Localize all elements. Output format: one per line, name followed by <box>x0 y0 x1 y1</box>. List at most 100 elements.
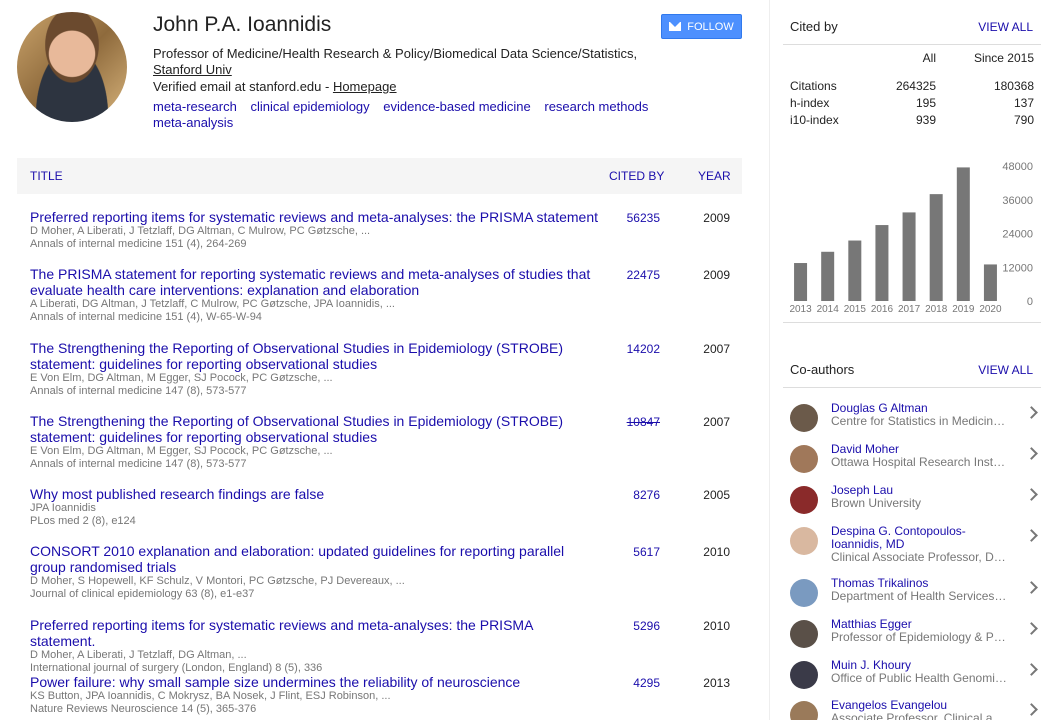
stats-row: i10-index 939 790 <box>790 113 1034 130</box>
publication-title[interactable]: Preferred reporting items for systematic… <box>30 617 600 649</box>
coauthor-item[interactable]: Evangelos Evangelou Associate Professor,… <box>790 699 1040 720</box>
stats-all: 195 <box>915 96 936 110</box>
cited-by-count[interactable]: 10847 <box>600 415 660 429</box>
chart-bar-2016[interactable] <box>875 225 889 301</box>
coauthors-view-all-link[interactable]: VIEW ALL <box>978 363 1033 377</box>
publication-year: 2010 <box>703 545 730 559</box>
profile-photo <box>17 12 127 122</box>
stats-since: 180368 <box>993 79 1034 93</box>
publication-venue: Annals of internal medicine 151 (4), W-6… <box>30 311 262 323</box>
publication-title[interactable]: Why most published research findings are… <box>30 486 600 502</box>
publication-year: 2007 <box>703 415 730 429</box>
cited-by-column-header[interactable]: CITED BY <box>609 169 664 183</box>
cited-by-view-all-link[interactable]: VIEW ALL <box>978 20 1033 34</box>
year-column-header[interactable]: YEAR <box>698 169 731 183</box>
publication-title[interactable]: The Strengthening the Reporting of Obser… <box>30 340 600 372</box>
x-tick-label: 2020 <box>979 304 1002 315</box>
coauthor-name[interactable]: Evangelos Evangelou <box>831 699 1011 712</box>
stats-col-all: All <box>922 51 936 65</box>
chevron-right-icon[interactable] <box>1025 622 1038 635</box>
publication-title[interactable]: The PRISMA statement for reporting syste… <box>30 266 600 298</box>
divider <box>783 322 1041 323</box>
avatar <box>790 579 818 607</box>
homepage-link[interactable]: Homepage <box>333 79 397 94</box>
coauthor-affiliation: Centre for Statistics in Medicine, ... <box>831 415 1007 428</box>
table-row: The PRISMA statement for reporting syste… <box>30 266 742 324</box>
avatar <box>790 701 818 720</box>
publication-authors: KS Button, JPA Ioannidis, C Mokrysz, BA … <box>30 690 391 702</box>
coauthor-name[interactable]: Douglas G Altman <box>831 402 1011 415</box>
coauthor-item[interactable]: Joseph Lau Brown University <box>790 484 1040 524</box>
coauthor-affiliation: Clinical Associate Professor, Dep... <box>831 551 1007 564</box>
coauthor-name[interactable]: Matthias Egger <box>831 618 1011 631</box>
publication-venue: Journal of clinical epidemiology 63 (8),… <box>30 588 255 600</box>
coauthor-affiliation: Brown University <box>831 497 922 510</box>
coauthor-item[interactable]: David Moher Ottawa Hospital Research Ins… <box>790 443 1040 483</box>
x-tick-label: 2018 <box>925 304 948 315</box>
cited-by-count[interactable]: 5617 <box>600 545 660 559</box>
interest-link[interactable]: research methods <box>544 99 648 114</box>
follow-button[interactable]: FOLLOW <box>661 14 742 39</box>
chevron-right-icon[interactable] <box>1025 663 1038 676</box>
stats-since: 137 <box>1013 96 1034 110</box>
chart-bar-2017[interactable] <box>902 212 916 301</box>
avatar <box>790 661 818 689</box>
chart-bar-2015[interactable] <box>848 240 862 301</box>
interest-link[interactable]: meta-analysis <box>153 115 233 130</box>
cited-by-heading: Cited by <box>790 19 838 34</box>
chart-bar-2018[interactable] <box>929 194 943 301</box>
verified-email: Verified email at stanford.edu - Homepag… <box>153 79 397 94</box>
coauthor-item[interactable]: Muin J. Khoury Office of Public Health G… <box>790 659 1040 699</box>
publication-authors: E Von Elm, DG Altman, M Egger, SJ Pocock… <box>30 445 333 457</box>
coauthor-item[interactable]: Douglas G Altman Centre for Statistics i… <box>790 402 1040 442</box>
coauthor-name[interactable]: David Moher <box>831 443 1011 456</box>
chart-bar-2014[interactable] <box>821 251 835 301</box>
coauthor-item[interactable]: Matthias Egger Professor of Epidemiology… <box>790 618 1040 658</box>
publication-authors: D Moher, A Liberati, J Tetzlaff, DG Altm… <box>30 649 247 661</box>
chevron-right-icon[interactable] <box>1025 406 1038 419</box>
coauthor-name[interactable]: Despina G. Contopoulos-Ioannidis, MD <box>831 525 1011 551</box>
chart-bar-2013[interactable] <box>794 263 808 301</box>
chevron-right-icon[interactable] <box>1025 581 1038 594</box>
stats-all: 939 <box>915 113 936 127</box>
coauthor-affiliation: Department of Health Services, ... <box>831 590 1007 603</box>
stats-label: h-index <box>790 96 830 110</box>
chart-bar-2019[interactable] <box>956 167 970 301</box>
chevron-right-icon[interactable] <box>1025 703 1038 716</box>
institution-link[interactable]: Stanford Univ <box>153 62 232 77</box>
stats-label: i10-index <box>790 113 839 127</box>
cited-by-count[interactable]: 56235 <box>600 211 660 225</box>
publication-venue: Nature Reviews Neuroscience 14 (5), 365-… <box>30 703 257 715</box>
interest-link[interactable]: meta-research <box>153 99 237 114</box>
interest-link[interactable]: clinical epidemiology <box>250 99 369 114</box>
cited-by-count[interactable]: 8276 <box>600 488 660 502</box>
coauthor-name[interactable]: Muin J. Khoury <box>831 659 1011 672</box>
chevron-right-icon[interactable] <box>1025 529 1038 542</box>
coauthor-name[interactable]: Thomas Trikalinos <box>831 577 1011 590</box>
coauthor-affiliation: Ottawa Hospital Research Institute <box>831 456 1007 469</box>
interests-list: meta-research clinical epidemiology evid… <box>153 99 663 131</box>
publication-title[interactable]: CONSORT 2010 explanation and elaboration… <box>30 543 600 575</box>
publication-venue: Annals of internal medicine 151 (4), 264… <box>30 238 247 250</box>
interest-link[interactable]: evidence-based medicine <box>383 99 530 114</box>
publication-title[interactable]: Power failure: why small sample size und… <box>30 674 600 690</box>
coauthor-name[interactable]: Joseph Lau <box>831 484 1011 497</box>
cited-by-count[interactable]: 5296 <box>600 619 660 633</box>
publication-authors: D Moher, A Liberati, J Tetzlaff, DG Altm… <box>30 225 371 237</box>
coauthor-item[interactable]: Despina G. Contopoulos-Ioannidis, MD Cli… <box>790 525 1040 577</box>
coauthors-heading: Co-authors <box>790 362 855 377</box>
chevron-right-icon[interactable] <box>1025 447 1038 460</box>
title-column-header[interactable]: TITLE <box>30 169 63 183</box>
chevron-right-icon[interactable] <box>1025 488 1038 501</box>
publication-title[interactable]: The Strengthening the Reporting of Obser… <box>30 413 600 445</box>
table-row: Preferred reporting items for systematic… <box>30 209 742 251</box>
chart-bar-2020[interactable] <box>983 264 997 301</box>
coauthor-item[interactable]: Thomas Trikalinos Department of Health S… <box>790 577 1040 617</box>
publication-title[interactable]: Preferred reporting items for systematic… <box>30 209 600 225</box>
cited-by-count[interactable]: 4295 <box>600 676 660 690</box>
stats-label: Citations <box>790 79 837 93</box>
coauthor-affiliation: Associate Professor, Clinical and ... <box>831 712 1007 720</box>
cited-by-count[interactable]: 14202 <box>600 342 660 356</box>
profile-name: John P.A. Ioannidis <box>153 13 332 36</box>
cited-by-count[interactable]: 22475 <box>600 268 660 282</box>
